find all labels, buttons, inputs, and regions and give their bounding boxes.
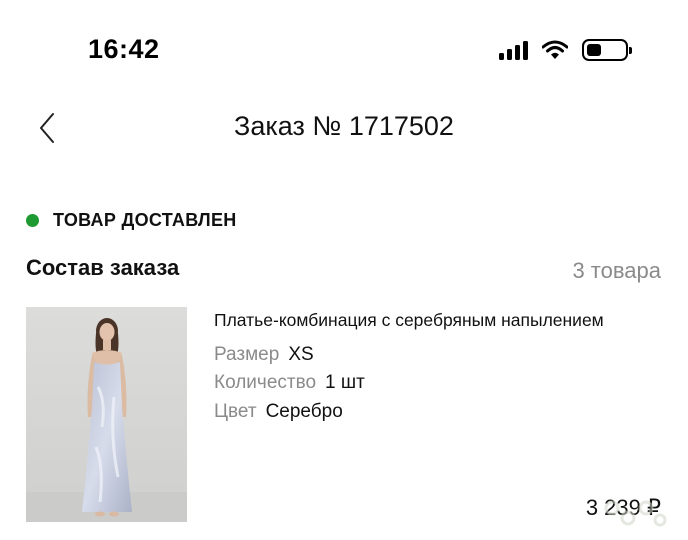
- dress-photo: [26, 307, 187, 522]
- order-status: ТОВАР ДОСТАВЛЕН: [26, 210, 237, 231]
- composition-title: Состав заказа: [26, 255, 180, 280]
- attribute-color: Цвет Серебро: [214, 401, 343, 423]
- status-icons: [499, 39, 632, 61]
- size-value: XS: [288, 344, 314, 365]
- composition-count: 3 товара: [572, 258, 661, 283]
- signal-icon: [499, 40, 528, 60]
- attribute-size: Размер XS: [214, 344, 314, 366]
- wifi-icon: [542, 40, 568, 59]
- status-dot-icon: [26, 214, 39, 227]
- order-status-text: ТОВАР ДОСТАВЛЕН: [53, 210, 237, 230]
- quantity-label: Количество: [214, 372, 317, 393]
- color-value: Серебро: [265, 401, 343, 422]
- quantity-value: 1 шт: [325, 372, 365, 393]
- color-label: Цвет: [214, 401, 257, 422]
- size-label: Размер: [214, 344, 280, 365]
- product-image[interactable]: [26, 307, 187, 522]
- page-title: Заказ № 1717502: [234, 111, 454, 141]
- status-time: 16:42: [88, 34, 160, 64]
- product-name[interactable]: Платье-комбинация с серебряным напыление…: [214, 310, 604, 331]
- watermark-logo: [604, 500, 667, 527]
- battery-icon: [582, 39, 632, 61]
- attribute-quantity: Количество 1 шт: [214, 372, 365, 394]
